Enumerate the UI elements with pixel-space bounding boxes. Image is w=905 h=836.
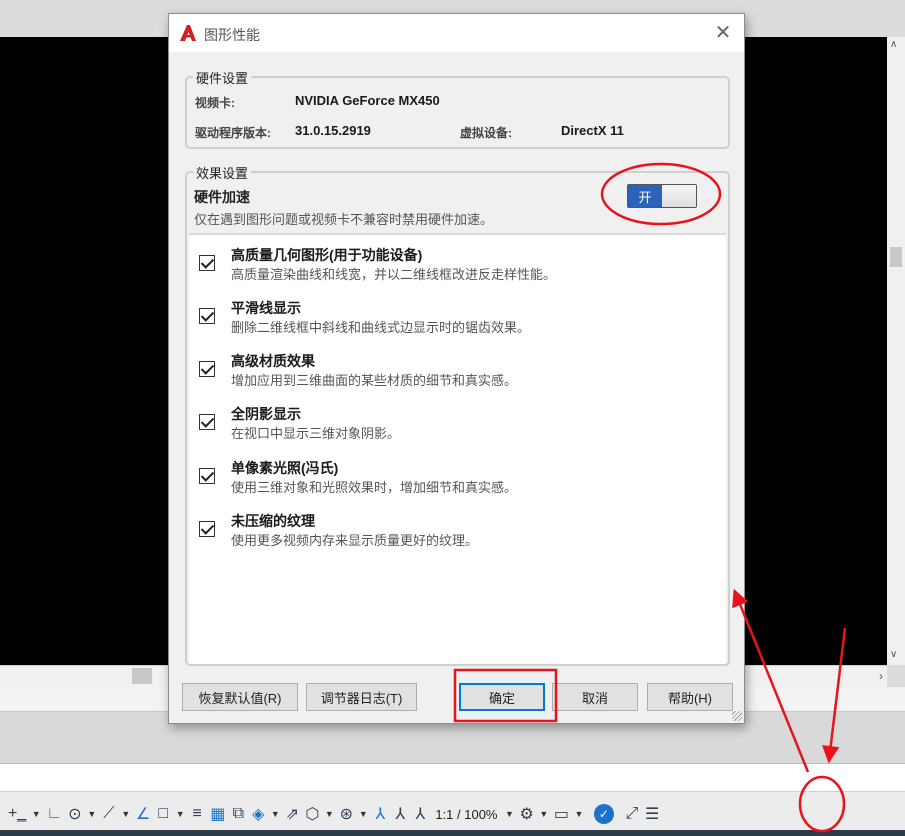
resize-grip-icon[interactable] <box>732 711 742 721</box>
chevron-down-icon[interactable]: ▼ <box>573 809 585 819</box>
hardware-acceleration-description: 仅在遇到图形问题或视频卡不兼容时禁用硬件加速。 <box>194 212 494 227</box>
graphics-performance-icon: ✓ <box>593 804 614 824</box>
command-line[interactable] <box>0 764 905 792</box>
effect-item-full-shadow: 全阴影显示 在视口中显示三维对象阴影。 <box>199 404 719 448</box>
hardware-acceleration-toggle[interactable]: 开 <box>627 184 697 208</box>
dynamic-ucs-icon[interactable]: ⇗ <box>283 801 301 827</box>
annotation-visibility-icon[interactable]: ⅄ <box>371 801 389 827</box>
effect-item-smooth-line: 平滑线显示 删除二维线框中斜线和曲线式边显示时的锯齿效果。 <box>199 298 719 342</box>
chevron-down-icon[interactable]: ▼ <box>86 809 98 819</box>
chevron-down-icon[interactable]: ▼ <box>120 809 132 819</box>
checkbox-per-pixel-lighting[interactable] <box>199 468 215 484</box>
polar-tracking-icon[interactable]: ⊙ <box>66 801 84 827</box>
effect-item-description: 删除二维线框中斜线和曲线式边显示时的锯齿效果。 <box>231 320 531 335</box>
effect-item-description: 高质量渲染曲线和线宽，并以二维线框改进反走样性能。 <box>231 267 557 282</box>
gizmo-icon[interactable]: ⊛ <box>337 801 355 827</box>
checkbox-uncompressed-textures[interactable] <box>199 521 215 537</box>
hardware-acceleration-title: 硬件加速 <box>194 189 250 205</box>
scroll-right-icon[interactable]: › <box>879 669 883 683</box>
effect-item-title: 高级材质效果 <box>231 353 315 369</box>
effect-item-description: 使用更多视频内存来显示质量更好的纹理。 <box>231 533 479 548</box>
selection-cycling-icon[interactable]: ⧉ <box>229 801 247 827</box>
annotation-scale-icon[interactable]: ⅄ <box>411 801 429 827</box>
customization-menu-icon[interactable]: ☰ <box>643 801 661 827</box>
video-card-label: 视频卡: <box>195 96 235 110</box>
chevron-down-icon[interactable]: ▼ <box>30 809 42 819</box>
effect-item-uncompressed-textures: 未压缩的纹理 使用更多视频内存来显示质量更好的纹理。 <box>199 511 719 555</box>
toggle-knob[interactable] <box>662 185 696 207</box>
ok-button[interactable]: 确定 <box>459 683 545 711</box>
annotation-monitor-icon[interactable]: ▭ <box>552 801 571 827</box>
effects-list: 高质量几何图形(用于功能设备) 高质量渲染曲线和线宽，并以二维线框改进反走样性能… <box>189 235 726 664</box>
effect-settings-group: 效果设置 硬件加速 仅在遇到图形问题或视频卡不兼容时禁用硬件加速。 开 高质量几… <box>185 163 730 666</box>
chevron-down-icon[interactable]: ▼ <box>323 809 335 819</box>
dynamic-input-icon[interactable]: +‗ <box>6 801 28 827</box>
vertical-scroll-thumb[interactable] <box>890 247 902 267</box>
hardware-settings-group: 硬件设置 视频卡: NVIDIA GeForce MX450 驱动程序版本: 3… <box>185 68 730 149</box>
ortho-icon[interactable]: ∟ <box>44 801 64 827</box>
effect-item-advanced-material: 高级材质效果 增加应用到三维曲面的某些材质的细节和真实感。 <box>199 351 719 395</box>
cancel-button[interactable]: 取消 <box>552 683 638 711</box>
3d-object-snap-icon[interactable]: ◈ <box>249 801 267 827</box>
scroll-up-icon[interactable]: ∧ <box>890 39 897 50</box>
tuner-log-button[interactable]: 调节器日志(T) <box>306 683 417 711</box>
vertical-scrollbar[interactable]: ∧ ∨ <box>887 37 905 665</box>
selection-filter-icon[interactable]: ⬡ <box>303 801 321 827</box>
object-snap-icon[interactable]: □ <box>154 801 172 827</box>
effect-item-title: 全阴影显示 <box>231 406 301 422</box>
virtual-device-value: DirectX 11 <box>561 123 624 138</box>
effect-item-title: 高质量几何图形(用于功能设备) <box>231 247 423 263</box>
graphics-performance-button[interactable]: ✓ <box>587 801 621 827</box>
clean-screen-icon[interactable]: ⤢ <box>623 801 641 827</box>
effect-item-title: 平滑线显示 <box>231 300 301 316</box>
effect-item-description: 增加应用到三维曲面的某些材质的细节和真实感。 <box>231 373 518 388</box>
chevron-down-icon[interactable]: ▼ <box>357 809 369 819</box>
restore-defaults-button[interactable]: 恢复默认值(R) <box>182 683 298 711</box>
lineweight-icon[interactable]: ≡ <box>188 801 206 827</box>
checkbox-smooth-line[interactable] <box>199 308 215 324</box>
horizontal-scroll-thumb[interactable] <box>132 668 152 684</box>
driver-version-label: 驱动程序版本: <box>195 126 271 140</box>
chevron-down-icon[interactable]: ▼ <box>269 809 281 819</box>
effect-item-per-pixel-lighting: 单像素光照(冯氏) 使用三维对象和光照效果时，增加细节和真实感。 <box>199 458 719 502</box>
effect-item-title: 单像素光照(冯氏) <box>231 460 339 476</box>
transparency-icon[interactable]: ▦ <box>208 801 227 827</box>
workspace-gear-icon[interactable]: ⚙ <box>517 801 535 827</box>
video-card-value: NVIDIA GeForce MX450 <box>295 93 440 108</box>
effect-item-description: 在视口中显示三维对象阴影。 <box>231 426 401 441</box>
checkbox-advanced-material[interactable] <box>199 361 215 377</box>
chevron-down-icon[interactable]: ▼ <box>174 809 186 819</box>
effect-item-description: 使用三维对象和光照效果时，增加细节和真实感。 <box>231 480 518 495</box>
hardware-settings-legend: 硬件设置 <box>193 68 252 87</box>
checkbox-full-shadow[interactable] <box>199 414 215 430</box>
effect-item-title: 未压缩的纹理 <box>231 513 315 529</box>
chevron-down-icon[interactable]: ▼ <box>503 809 515 819</box>
chevron-down-icon[interactable]: ▼ <box>538 809 550 819</box>
autocad-logo-icon <box>180 25 196 41</box>
driver-version-value: 31.0.15.2919 <box>295 123 371 138</box>
checkbox-high-quality-geometry[interactable] <box>199 255 215 271</box>
auto-scale-icon[interactable]: ⅄ <box>391 801 409 827</box>
annotation-scale-value[interactable]: 1:1 / 100% <box>431 807 501 822</box>
toggle-on-label: 开 <box>628 185 662 207</box>
dialog-title: 图形性能 <box>204 27 260 43</box>
object-snap-tracking-icon[interactable]: ⟋ <box>100 801 118 827</box>
dialog-titlebar[interactable]: 图形性能 ✕ <box>169 14 744 52</box>
effect-settings-legend: 效果设置 <box>193 163 252 182</box>
graphics-performance-dialog: 图形性能 ✕ 硬件设置 视频卡: NVIDIA GeForce MX450 驱动… <box>168 13 745 724</box>
scroll-down-icon[interactable]: ∨ <box>890 649 897 660</box>
taskbar-strip <box>0 830 905 836</box>
isometric-drafting-icon[interactable]: ∠ <box>134 801 152 827</box>
effect-item-high-quality-geometry: 高质量几何图形(用于功能设备) 高质量渲染曲线和线宽，并以二维线框改进反走样性能… <box>199 245 719 289</box>
help-button[interactable]: 帮助(H) <box>647 683 733 711</box>
virtual-device-label: 虚拟设备: <box>460 126 512 140</box>
close-icon[interactable]: ✕ <box>710 20 736 46</box>
